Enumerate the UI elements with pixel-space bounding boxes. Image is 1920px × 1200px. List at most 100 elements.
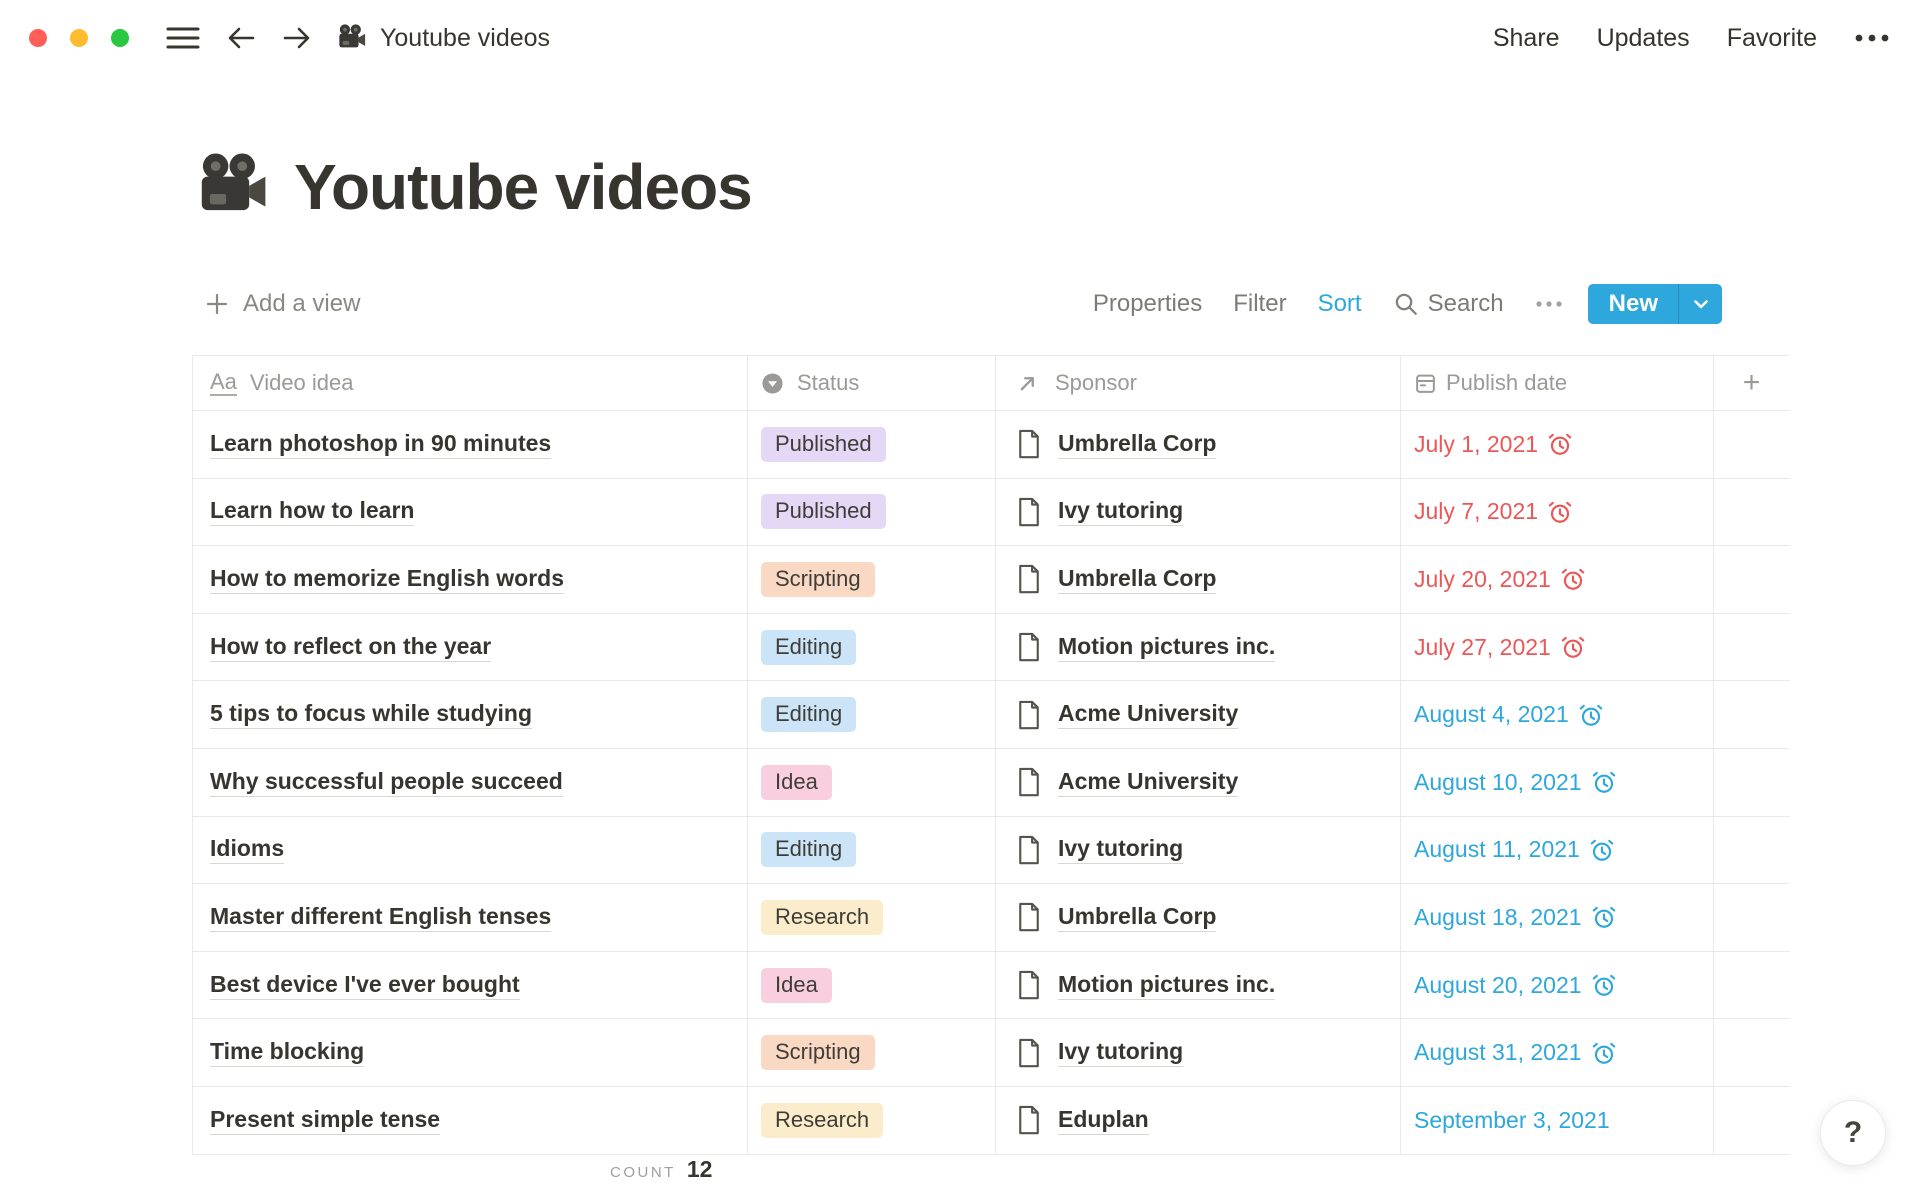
sponsor-cell[interactable]: Ivy tutoring <box>995 817 1400 884</box>
alarm-clock-icon <box>1589 837 1615 863</box>
publish-date-cell[interactable]: July 27, 2021 <box>1400 614 1713 681</box>
video-idea-link[interactable]: 5 tips to focus while studying <box>210 700 532 729</box>
sponsor-link[interactable]: Eduplan <box>1058 1106 1149 1135</box>
row-trailing-cell <box>1713 479 1789 546</box>
new-record-button[interactable]: New <box>1588 284 1722 324</box>
publish-date-cell[interactable]: July 7, 2021 <box>1400 479 1713 546</box>
sponsor-cell[interactable]: Ivy tutoring <box>995 479 1400 546</box>
status-cell[interactable]: Idea <box>747 952 995 1019</box>
sponsor-cell[interactable]: Acme University <box>995 749 1400 816</box>
status-cell[interactable]: Research <box>747 1087 995 1154</box>
chevron-down-icon[interactable] <box>1679 284 1722 324</box>
publish-date-cell[interactable]: August 18, 2021 <box>1400 884 1713 951</box>
video-idea-cell[interactable]: Idioms <box>193 817 747 884</box>
status-cell[interactable]: Scripting <box>747 1019 995 1086</box>
share-button[interactable]: Share <box>1493 24 1560 53</box>
column-header-video-idea[interactable]: Aa Video idea <box>193 356 747 410</box>
sponsor-link[interactable]: Umbrella Corp <box>1058 430 1216 459</box>
page-icon-movie-camera[interactable] <box>196 150 270 224</box>
publish-date-cell[interactable]: September 3, 2021 <box>1400 1087 1713 1154</box>
video-idea-link[interactable]: How to memorize English words <box>210 565 564 594</box>
video-idea-cell[interactable]: Why successful people succeed <box>193 749 747 816</box>
new-button-label[interactable]: New <box>1588 284 1678 324</box>
video-idea-link[interactable]: Present simple tense <box>210 1106 440 1135</box>
publish-date-cell[interactable]: July 1, 2021 <box>1400 411 1713 478</box>
publish-date-cell[interactable]: August 4, 2021 <box>1400 681 1713 748</box>
plus-icon <box>205 292 229 316</box>
video-idea-link[interactable]: Time blocking <box>210 1038 364 1067</box>
video-idea-link[interactable]: How to reflect on the year <box>210 633 491 662</box>
sponsor-link[interactable]: Acme University <box>1058 768 1238 797</box>
video-idea-cell[interactable]: How to reflect on the year <box>193 614 747 681</box>
table-row: How to reflect on the year Editing Motion … <box>193 614 1790 682</box>
page-title[interactable]: Youtube videos <box>294 150 752 224</box>
sponsor-link[interactable]: Ivy tutoring <box>1058 1038 1183 1067</box>
video-idea-link[interactable]: Learn how to learn <box>210 497 414 526</box>
status-cell[interactable]: Scripting <box>747 546 995 613</box>
sidebar-menu-icon[interactable] <box>166 25 200 51</box>
calendar-icon <box>1414 372 1437 395</box>
more-options-icon[interactable] <box>1854 33 1890 43</box>
video-idea-cell[interactable]: 5 tips to focus while studying <box>193 681 747 748</box>
sort-button[interactable]: Sort <box>1318 290 1362 318</box>
sponsor-cell[interactable]: Umbrella Corp <box>995 546 1400 613</box>
sponsor-link[interactable]: Umbrella Corp <box>1058 903 1216 932</box>
sponsor-link[interactable]: Motion pictures inc. <box>1058 971 1275 1000</box>
publish-date-cell[interactable]: August 20, 2021 <box>1400 952 1713 1019</box>
status-cell[interactable]: Idea <box>747 749 995 816</box>
video-idea-cell[interactable]: Master different English tenses <box>193 884 747 951</box>
sponsor-link[interactable]: Ivy tutoring <box>1058 497 1183 526</box>
publish-date-cell[interactable]: July 20, 2021 <box>1400 546 1713 613</box>
video-idea-link[interactable]: Learn photoshop in 90 minutes <box>210 430 551 459</box>
video-idea-link[interactable]: Why successful people succeed <box>210 768 563 797</box>
table-count-footer[interactable]: COUNT 12 <box>610 1156 712 1183</box>
video-idea-link[interactable]: Idioms <box>210 835 284 864</box>
sponsor-link[interactable]: Motion pictures inc. <box>1058 633 1275 662</box>
back-arrow-icon[interactable] <box>227 24 257 52</box>
column-header-status[interactable]: Status <box>747 356 995 410</box>
sponsor-link[interactable]: Acme University <box>1058 700 1238 729</box>
zoom-window-button[interactable] <box>111 29 129 47</box>
sponsor-cell[interactable]: Eduplan <box>995 1087 1400 1154</box>
forward-arrow-icon[interactable] <box>281 24 311 52</box>
view-more-options-icon[interactable] <box>1535 300 1563 308</box>
video-idea-link[interactable]: Master different English tenses <box>210 903 551 932</box>
column-header-sponsor[interactable]: Sponsor <box>995 356 1400 410</box>
publish-date-cell[interactable]: August 31, 2021 <box>1400 1019 1713 1086</box>
sponsor-cell[interactable]: Acme University <box>995 681 1400 748</box>
sponsor-cell[interactable]: Motion pictures inc. <box>995 952 1400 1019</box>
video-idea-cell[interactable]: Time blocking <box>193 1019 747 1086</box>
add-view-button[interactable]: Add a view <box>205 290 360 318</box>
close-window-button[interactable] <box>29 29 47 47</box>
status-cell[interactable]: Research <box>747 884 995 951</box>
updates-button[interactable]: Updates <box>1597 24 1690 53</box>
status-cell[interactable]: Published <box>747 411 995 478</box>
sponsor-cell[interactable]: Motion pictures inc. <box>995 614 1400 681</box>
video-idea-cell[interactable]: How to memorize English words <box>193 546 747 613</box>
sponsor-cell[interactable]: Ivy tutoring <box>995 1019 1400 1086</box>
publish-date-cell[interactable]: August 10, 2021 <box>1400 749 1713 816</box>
filter-button[interactable]: Filter <box>1233 290 1286 318</box>
video-idea-cell[interactable]: Learn how to learn <box>193 479 747 546</box>
sponsor-cell[interactable]: Umbrella Corp <box>995 411 1400 478</box>
properties-button[interactable]: Properties <box>1093 290 1202 318</box>
minimize-window-button[interactable] <box>70 29 88 47</box>
video-idea-cell[interactable]: Best device I've ever bought <box>193 952 747 1019</box>
add-column-button[interactable]: + <box>1713 356 1789 410</box>
video-idea-cell[interactable]: Learn photoshop in 90 minutes <box>193 411 747 478</box>
video-idea-link[interactable]: Best device I've ever bought <box>210 971 520 1000</box>
publish-date-cell[interactable]: August 11, 2021 <box>1400 817 1713 884</box>
sponsor-link[interactable]: Ivy tutoring <box>1058 835 1183 864</box>
search-button[interactable]: Search <box>1393 290 1504 318</box>
sponsor-link[interactable]: Umbrella Corp <box>1058 565 1216 594</box>
help-button[interactable]: ? <box>1820 1100 1886 1166</box>
status-cell[interactable]: Editing <box>747 681 995 748</box>
column-header-publish-date[interactable]: Publish date <box>1400 356 1713 410</box>
status-cell[interactable]: Editing <box>747 817 995 884</box>
status-pill: Research <box>761 900 883 935</box>
favorite-button[interactable]: Favorite <box>1727 24 1817 53</box>
sponsor-cell[interactable]: Umbrella Corp <box>995 884 1400 951</box>
status-cell[interactable]: Editing <box>747 614 995 681</box>
status-cell[interactable]: Published <box>747 479 995 546</box>
video-idea-cell[interactable]: Present simple tense <box>193 1087 747 1154</box>
